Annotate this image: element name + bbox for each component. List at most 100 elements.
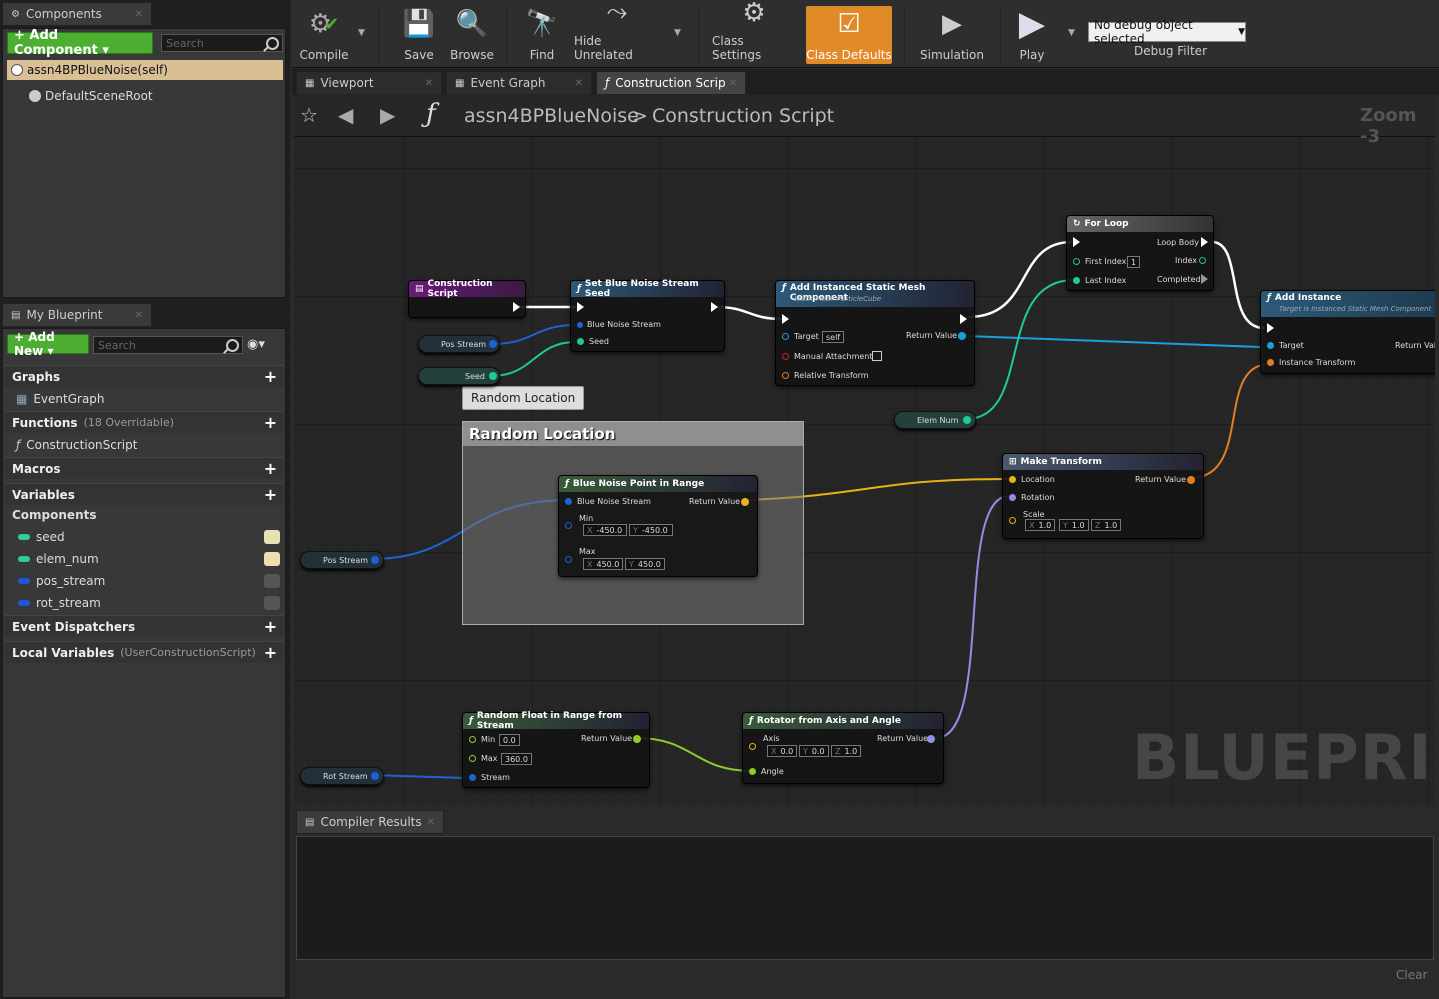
scale-y-value[interactable]: Y 1.0 [1059,519,1089,531]
close-icon[interactable]: ✕ [135,9,143,20]
getter-pin[interactable] [371,772,379,780]
play-options-icon[interactable]: ▼ [1068,28,1075,38]
event-graph-item[interactable]: ▦ EventGraph [4,388,284,410]
first-index-value[interactable]: 1 [1127,256,1141,268]
visibility-eye-icon[interactable] [264,596,280,610]
add-macro-icon[interactable]: + [263,461,278,477]
pos-stream-getter[interactable]: Pos Stream [418,335,500,353]
exec-out-pin[interactable] [960,314,967,324]
component-root-item[interactable]: DefaultSceneRoot [25,86,153,106]
class-defaults-button[interactable]: ☑ Class Defaults [806,6,892,64]
loop-body-pin[interactable] [1201,237,1208,247]
variable-item[interactable]: rot_stream [4,592,284,614]
return-pin[interactable] [927,735,935,743]
add-dispatcher-icon[interactable]: + [263,619,278,635]
axis-y-value[interactable]: Y 0.0 [799,745,829,757]
exec-in-pin[interactable] [1267,323,1274,333]
random-float-node[interactable]: ƒ Random Float in Range from Stream Min 0… [462,711,650,788]
components-tab[interactable]: ⚙ Components ✕ [2,2,152,26]
rotator-node[interactable]: ƒ Rotator from Axis and Angle Axis Return… [742,712,944,784]
compile-options-icon[interactable]: ▼ [358,28,365,38]
target-pin[interactable] [1267,342,1274,349]
min-value[interactable]: 0.0 [499,734,520,746]
my-blueprint-tab[interactable]: ▤ My Blueprint ✕ [2,303,152,327]
min-pin[interactable] [469,736,476,743]
add-variable-icon[interactable]: + [263,487,278,503]
max-pin[interactable] [565,556,572,563]
local-variables-section[interactable]: Local Variables (UserConstructionScript) + [4,641,284,663]
variables-section[interactable]: Variables + [4,483,284,505]
completed-pin[interactable] [1201,274,1208,284]
location-pin[interactable] [1009,476,1016,483]
rotation-pin[interactable] [1009,494,1016,501]
for-loop-node[interactable]: ↻ For Loop Loop Body First Index 1 Index … [1066,215,1214,291]
stream-pin[interactable] [469,774,476,781]
getter-pin[interactable] [489,372,497,380]
getter-pin[interactable] [371,556,379,564]
save-button[interactable]: 💾 Save [396,4,442,64]
first-index-pin[interactable] [1073,258,1080,265]
stream-pin[interactable] [565,498,572,505]
construction-script-node[interactable]: ▤ Construction Script [408,279,526,318]
visibility-eye-icon[interactable] [264,552,280,566]
stream-pin[interactable] [577,322,583,328]
self-value[interactable]: self [822,331,845,343]
relative-transform-pin[interactable] [782,372,789,379]
add-new-button[interactable]: + Add New ▾ [7,330,89,358]
index-pin[interactable] [1199,257,1206,264]
return-pin[interactable] [741,498,749,506]
min-x-value[interactable]: X -450.0 [583,524,627,536]
axis-pin[interactable] [749,743,756,750]
last-index-pin[interactable] [1073,277,1080,284]
visibility-eye-icon[interactable] [264,574,280,588]
return-pin[interactable] [958,332,966,340]
comment-title[interactable]: Random Location [463,422,803,446]
class-settings-button[interactable]: ⚙ Class Settings [712,0,796,64]
functions-section[interactable]: Functions (18 Overridable) + [4,411,284,433]
tab-construction-script[interactable]: ƒ Construction Scrip ✕ [596,71,746,95]
visibility-eye-icon[interactable] [264,530,280,544]
graphs-section[interactable]: Graphs + [4,365,284,387]
hide-unrelated-button[interactable]: ⤳ Hide Unrelated [574,0,660,64]
getter-pin[interactable] [489,340,497,348]
component-self-item[interactable]: assn4BPBlueNoise(self) [7,60,283,80]
variable-item[interactable]: pos_stream [4,570,284,592]
manual-attachment-checkbox[interactable] [872,351,882,361]
scale-pin[interactable] [1009,517,1016,524]
simulation-button[interactable]: ▶ Simulation [916,4,988,64]
instance-transform-pin[interactable] [1267,359,1274,366]
blueprint-search-input[interactable]: Search [93,336,243,354]
visibility-eye-icon[interactable]: ◉▾ [247,337,265,352]
graph-editor[interactable]: ☆ ◀ ▶ ƒ assn4BPBlueNoise > Construction … [294,95,1435,805]
max-value[interactable]: 360.0 [501,753,532,765]
variable-item[interactable]: seed [4,526,284,548]
make-transform-node[interactable]: ⊞ Make Transform Location Return Value Ro… [1002,453,1204,539]
add-function-icon[interactable]: + [263,415,278,431]
macros-section[interactable]: Macros + [4,457,284,479]
min-pin[interactable] [565,522,572,529]
exec-out-pin[interactable] [513,302,520,312]
components-search-input[interactable]: Search [161,34,283,52]
event-dispatchers-section[interactable]: Event Dispatchers + [4,615,284,637]
set-seed-node[interactable]: ƒ Set Blue Noise Stream Seed Blue Noise S… [570,279,725,352]
max-y-value[interactable]: Y 450.0 [625,558,665,570]
seed-getter[interactable]: Seed [418,367,500,385]
close-icon[interactable]: ✕ [427,817,435,828]
close-icon[interactable]: ✕ [575,78,583,89]
axis-z-value[interactable]: Z 1.0 [831,745,861,757]
rot-stream-getter[interactable]: Rot Stream [300,767,384,785]
browse-button[interactable]: 🔍 Browse [448,4,496,64]
compiler-results-tab[interactable]: ▤ Compiler Results ✕ [296,810,444,834]
tab-viewport[interactable]: ▦ Viewport ✕ [296,71,442,95]
add-graph-icon[interactable]: + [263,369,278,385]
getter-pin[interactable] [963,416,971,424]
scale-z-value[interactable]: Z 1.0 [1091,519,1121,531]
max-pin[interactable] [469,755,476,762]
max-x-value[interactable]: X 450.0 [583,558,623,570]
scale-x-value[interactable]: X 1.0 [1025,519,1055,531]
seed-pin[interactable] [577,338,584,345]
find-button[interactable]: 🔭 Find [522,4,562,64]
construction-script-item[interactable]: ƒ ConstructionScript [4,434,284,456]
variable-item[interactable]: elem_num [4,548,284,570]
tab-event-graph[interactable]: ▦ Event Graph ✕ [446,71,592,95]
